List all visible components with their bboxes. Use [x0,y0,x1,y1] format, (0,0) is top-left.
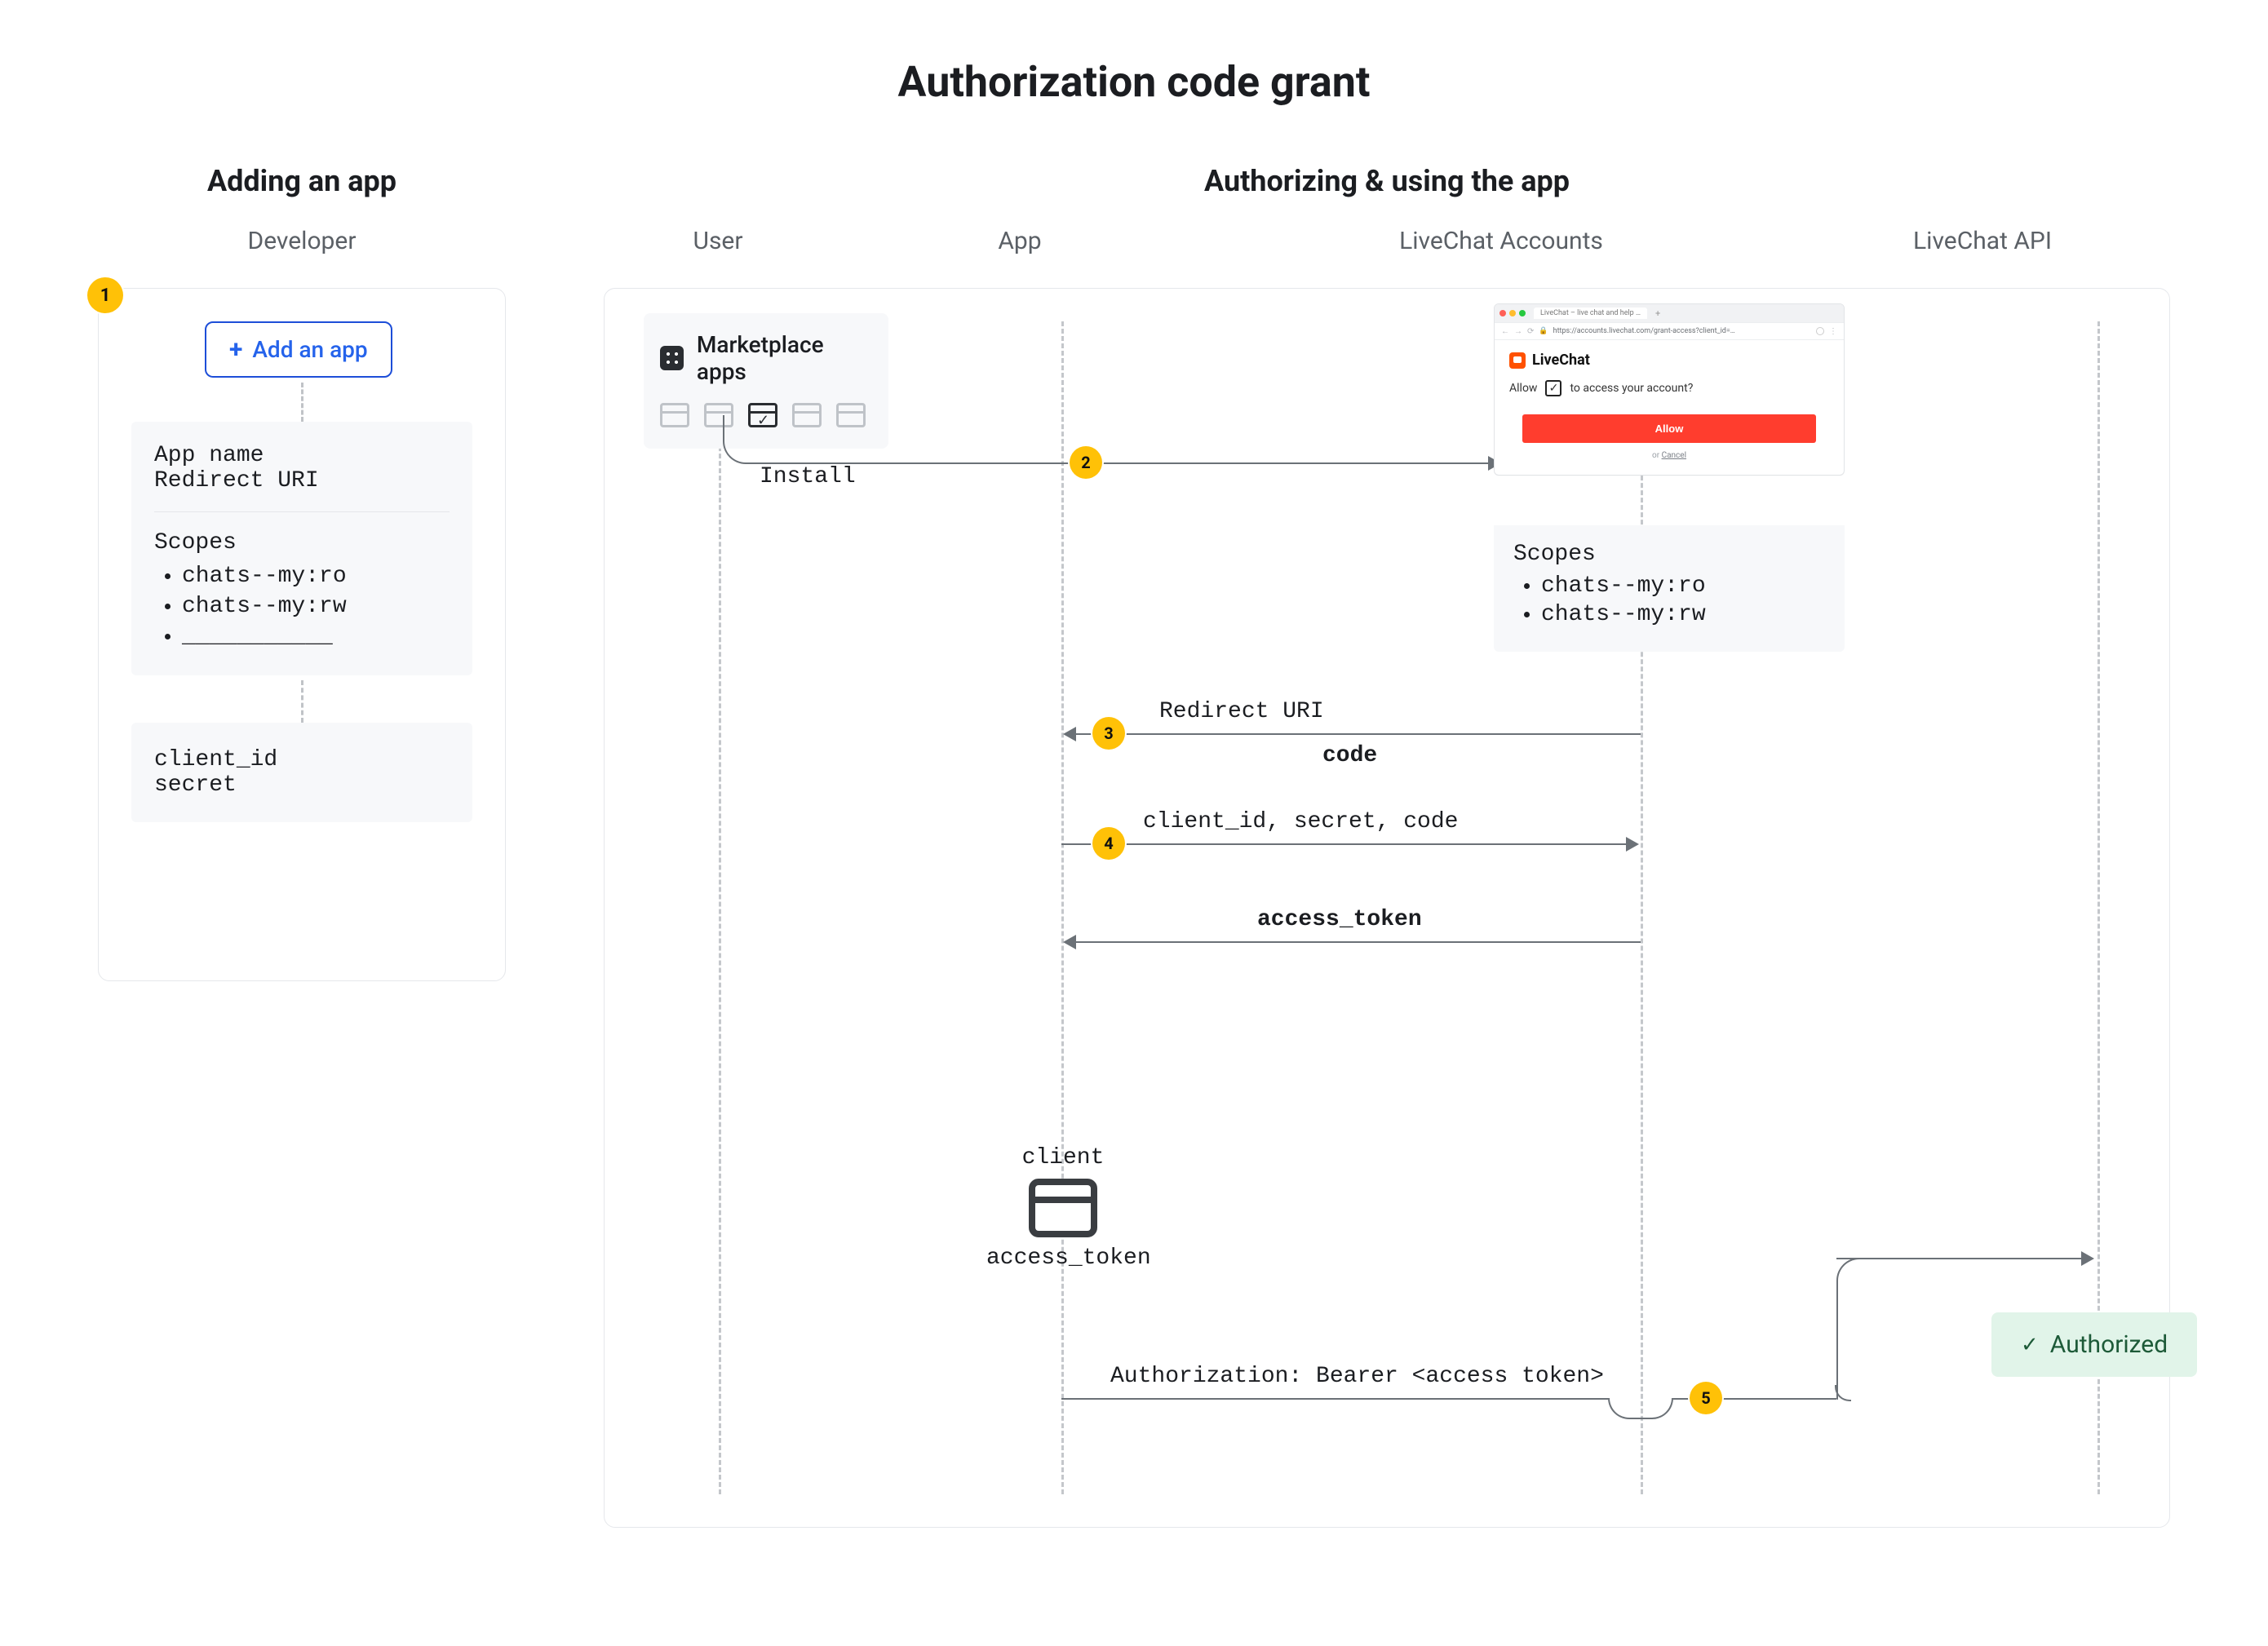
accounts-scopes-title: Scopes [1513,542,1825,567]
client-id-field: client_id [154,747,450,772]
browser-mock: LiveChat – live chat and help … + ← → ⟳ … [1494,303,1845,476]
page-title: Authorization code grant [98,57,2170,107]
lane-developer: Developer [98,227,506,255]
accounts-scopes-panel: Scopes chats--my:ro chats--my:rw [1494,525,1845,652]
arrow-left-icon [1063,727,1076,741]
flow-card: Marketplace apps Install 2 [604,288,2170,1528]
redirect-uri-field: Redirect URI [154,468,450,493]
marketplace-title: Marketplace apps [697,331,872,385]
window-dot-yellow-icon [1509,310,1516,316]
secret-field: secret [154,772,450,798]
browser-url: https://accounts.livechat.com/grant-acce… [1553,327,1811,335]
client-label-top: client [986,1145,1140,1170]
nav-reload-icon: ⟳ [1527,327,1534,336]
scope-item: ___________ [182,624,450,649]
step-badge-5: 5 [1690,1382,1722,1414]
scope-item: chats--my:ro [1541,573,1825,599]
scope-item: chats--my:rw [1541,602,1825,627]
arrow-label-redirect: Redirect URI [1159,699,1324,724]
app-name-field: App name [154,443,450,468]
allow-button[interactable]: Allow [1522,414,1817,443]
app-tile-icon [660,403,689,427]
install-label: Install [760,464,856,489]
arrow-left-icon [1063,935,1076,949]
lane-app: App [832,227,1207,255]
scope-item: chats--my:rw [182,594,450,619]
lane-line-accounts [1641,321,1643,1494]
arrow-label-code: code [1322,743,1377,768]
step-badge-4: 4 [1092,827,1125,860]
livechat-brand: LiveChat [1532,352,1590,369]
section-label-right: Authorizing & using the app [604,164,2170,198]
add-app-button[interactable]: + Add an app [205,321,392,378]
step-badge-2: 2 [1070,446,1102,479]
add-app-label: Add an app [252,336,367,363]
new-tab-icon: + [1655,308,1660,319]
scope-item: chats--my:ro [182,564,450,589]
credentials-panel: client_id secret [131,723,472,822]
allow-text-post: to access your account? [1570,382,1693,395]
lock-icon: 🔒 [1539,327,1548,335]
grid-icon [660,346,684,370]
authorized-badge: ✓ Authorized [1991,1312,2197,1377]
lane-line-app [1061,321,1064,1494]
step-badge-1: 1 [87,277,123,313]
addr-extra-icon [1816,327,1824,335]
arrow-right-icon [2081,1251,2094,1266]
menu-dots-icon: ⋮ [1829,327,1837,336]
nav-fwd-icon: → [1514,327,1522,336]
arrow-label-access-token: access_token [1257,907,1422,932]
nav-back-icon: ← [1501,327,1509,336]
arrow-label-bearer: Authorization: Bearer <access token> [1110,1364,1604,1389]
authorized-label: Authorized [2050,1330,2168,1359]
window-dot-red-icon [1499,310,1506,316]
developer-card: 1 + Add an app App name Redirect URI Sco… [98,288,506,981]
window-dot-green-icon [1519,310,1526,316]
cancel-link[interactable]: Cancel [1662,451,1686,460]
client-icon [1029,1179,1097,1237]
scopes-title: Scopes [154,530,450,555]
client-box: client access_token [986,1145,1140,1271]
check-icon: ✓ [2021,1333,2039,1357]
app-checkbox-icon: ✓ [1545,380,1561,396]
arrow-right-icon [1626,837,1639,852]
step-badge-3: 3 [1092,717,1125,750]
lane-accounts: LiveChat Accounts [1207,227,1795,255]
browser-tab: LiveChat – live chat and help … [1534,308,1647,319]
app-config-panel: App name Redirect URI Scopes chats--my:r… [131,422,472,675]
section-label-left: Adding an app [98,164,506,198]
connector-install [723,415,1065,464]
allow-text-pre: Allow [1509,382,1537,395]
lane-user: User [604,227,832,255]
client-label-bottom: access_token [986,1246,1140,1271]
lane-api: LiveChat API [1795,227,2170,255]
lane-line-user [719,321,721,1494]
cancel-pre: or [1652,451,1659,460]
livechat-logo-icon [1509,352,1526,369]
arrow-label-exchange: client_id, secret, code [1143,809,1458,834]
